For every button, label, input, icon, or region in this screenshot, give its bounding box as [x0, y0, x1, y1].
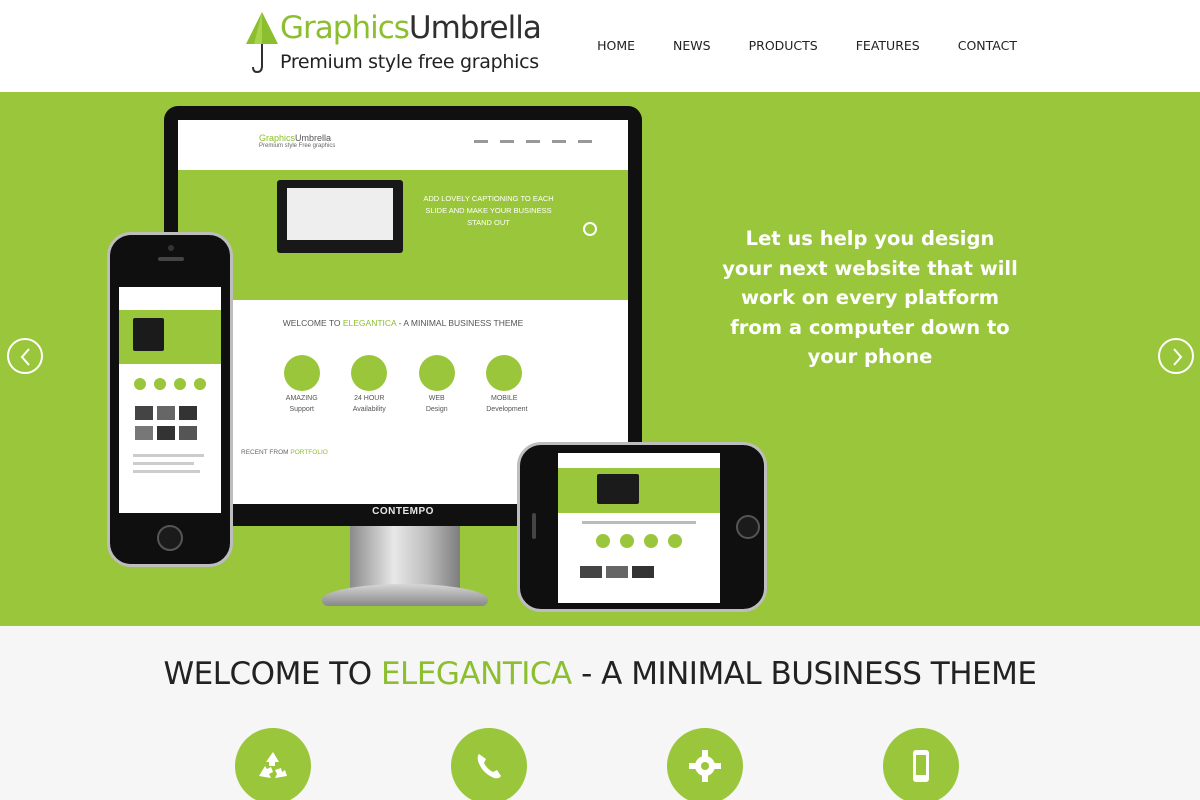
- mini-slider-caption: ADD LOVELY CAPTIONING TO EACH SLIDE AND …: [423, 194, 554, 228]
- gear-icon: [689, 750, 721, 782]
- phone-speaker: [532, 513, 536, 539]
- welcome-title: WELCOME TO ELEGANTICA - A MINIMAL BUSINE…: [0, 656, 1200, 692]
- mini-feature: AMAZING Support: [283, 355, 320, 414]
- phone-icon: [351, 355, 388, 392]
- mini-feature-sub: Development: [486, 406, 528, 414]
- mini-welcome-prefix: WELCOME TO: [282, 318, 343, 329]
- horizontal-phone-image: [517, 442, 767, 612]
- mini-feature-sub: Availability: [352, 406, 386, 414]
- welcome-prefix: WELCOME TO: [163, 656, 381, 692]
- slider-prev-button[interactable]: [7, 338, 43, 374]
- phone-camera: [168, 245, 174, 251]
- mini-feature-title: MOBILE: [491, 395, 518, 403]
- mini-feature-title: 24 HOUR: [354, 395, 385, 403]
- mobile-icon: [486, 355, 523, 392]
- chevron-left-icon: [20, 348, 30, 366]
- mini-feature: MOBILE Development: [486, 355, 528, 414]
- main-nav: HOME NEWS PRODUCTS FEATURES CONTACT: [597, 38, 1017, 53]
- mini-feature: 24 HOUR Availability: [351, 355, 388, 414]
- nav-products[interactable]: PRODUCTS: [749, 38, 818, 53]
- umbrella-icon: [246, 12, 278, 74]
- recycle-icon: [259, 752, 287, 778]
- nav-home[interactable]: HOME: [597, 38, 635, 53]
- logo-title: GraphicsUmbrella: [280, 10, 542, 46]
- chevron-right-icon: [1173, 348, 1183, 366]
- mini-welcome-suffix: - A MINIMAL BUSINESS THEME: [396, 318, 524, 329]
- feature-support[interactable]: [235, 728, 311, 800]
- mini-next-arrow: [583, 222, 597, 237]
- phone-screen: [119, 287, 221, 513]
- monitor-stand: [350, 526, 460, 588]
- nav-news[interactable]: NEWS: [673, 38, 711, 53]
- mini-monitor: [277, 180, 403, 254]
- mini-feature-sub: Support: [289, 406, 315, 414]
- phone-icon: [477, 754, 501, 779]
- feature-mobile[interactable]: [883, 728, 959, 800]
- mini-feature: WEB Design: [418, 355, 455, 414]
- logo-tagline: Premium style free graphics: [280, 51, 539, 73]
- gear-icon: [418, 355, 455, 392]
- feature-web-design[interactable]: [667, 728, 743, 800]
- mini-nav: [474, 139, 592, 143]
- mini-welcome-title: WELCOME TO ELEGANTICA - A MINIMAL BUSINE…: [178, 300, 628, 328]
- feature-availability[interactable]: [451, 728, 527, 800]
- mini-slider: ADD LOVELY CAPTIONING TO EACH SLIDE AND …: [178, 169, 628, 301]
- site-logo[interactable]: GraphicsUmbrella Premium style free grap…: [244, 8, 542, 78]
- mini-feature-title: WEB: [428, 395, 445, 403]
- mini-features: AMAZING Support 24 HOUR Availability WEB De…: [178, 355, 628, 413]
- mini-feature-title: AMAZING: [285, 395, 318, 403]
- hero-slider: GraphicsUmbrella Premium style Free graph…: [0, 92, 1200, 626]
- phone-home-button: [736, 515, 760, 539]
- phone-speaker: [158, 257, 184, 261]
- recycle-icon: [283, 355, 320, 392]
- mini-portfolio-highlight: PORTFOLIO: [290, 449, 328, 457]
- logo-title-umbrella: Umbrella: [408, 10, 542, 46]
- mini-welcome-highlight: ELEGANTICA: [342, 318, 397, 329]
- slider-next-button[interactable]: [1158, 338, 1194, 374]
- welcome-highlight: ELEGANTICA: [380, 656, 572, 692]
- hero-caption: Let us help you design your next website…: [722, 227, 1018, 368]
- mini-feature-sub: Design: [425, 406, 448, 414]
- nav-features[interactable]: FEATURES: [856, 38, 920, 53]
- mini-logo-graphics: Graphics: [259, 132, 296, 143]
- mini-logo: GraphicsUmbrella Premium style Free graph…: [259, 133, 335, 149]
- mini-logo-umbrella: Umbrella: [295, 132, 332, 143]
- welcome-section: WELCOME TO ELEGANTICA - A MINIMAL BUSINE…: [0, 626, 1200, 800]
- mobile-icon: [913, 750, 929, 782]
- site-header: GraphicsUmbrella Premium style free grap…: [0, 0, 1200, 92]
- phone-screen: [558, 453, 720, 603]
- mini-tagline: Premium style Free graphics: [259, 142, 336, 149]
- vertical-phone-image: [107, 232, 233, 567]
- logo-title-graphics: Graphics: [280, 10, 410, 46]
- phone-home-button: [157, 525, 183, 551]
- mini-site-header: GraphicsUmbrella Premium style Free graph…: [178, 120, 628, 170]
- welcome-suffix: - A MINIMAL BUSINESS THEME: [571, 656, 1037, 692]
- nav-contact[interactable]: CONTACT: [958, 38, 1017, 53]
- mini-portfolio-prefix: RECENT FROM: [241, 449, 291, 457]
- monitor-base: [322, 584, 488, 606]
